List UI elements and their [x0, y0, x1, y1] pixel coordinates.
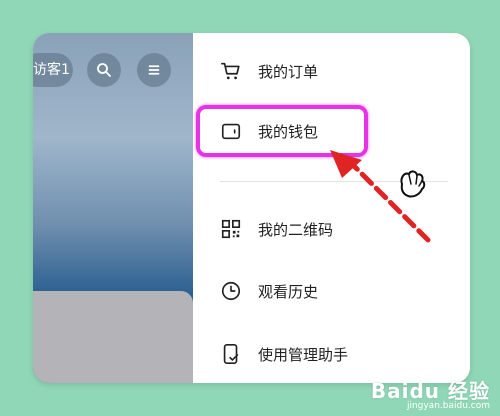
cart-icon — [221, 62, 240, 80]
background-content: 访客1 — [33, 33, 193, 383]
clock-icon — [221, 281, 241, 301]
qr-code-icon — [221, 219, 241, 239]
menu-item-qr-code[interactable]: 我的二维码 — [193, 204, 470, 254]
menu-item-label: 观看历史 — [258, 282, 319, 301]
menu-item-label: 我的二维码 — [258, 220, 334, 239]
phone-check-icon — [223, 344, 239, 364]
menu-item-orders[interactable]: 我的订单 — [193, 46, 470, 96]
search-button[interactable] — [87, 53, 121, 87]
phone-screen: 访客1 我的订单 我的钱包 我的二维码 观看历史 使用管理助手 — [33, 33, 470, 383]
menu-item-usage-assistant[interactable]: 使用管理助手 — [193, 329, 470, 379]
hamburger-icon — [148, 65, 160, 75]
menu-item-label: 使用管理助手 — [258, 345, 349, 364]
wallet-highlight-box — [196, 105, 368, 157]
search-icon — [97, 63, 111, 77]
menu-button[interactable] — [137, 53, 171, 87]
watermark-url: jingyan.baidu.com — [406, 401, 490, 412]
menu-item-history[interactable]: 观看历史 — [193, 266, 470, 316]
menu-item-label: 我的订单 — [258, 62, 319, 81]
guest-chip[interactable]: 访客1 — [33, 53, 73, 87]
side-menu: 我的订单 我的钱包 我的二维码 观看历史 使用管理助手 — [193, 33, 470, 383]
watermark: Baidu 经验 jingyan.baidu.com — [371, 380, 490, 412]
background-card — [33, 291, 193, 383]
menu-divider — [220, 181, 448, 182]
watermark-brand: Baidu 经验 — [370, 379, 490, 404]
